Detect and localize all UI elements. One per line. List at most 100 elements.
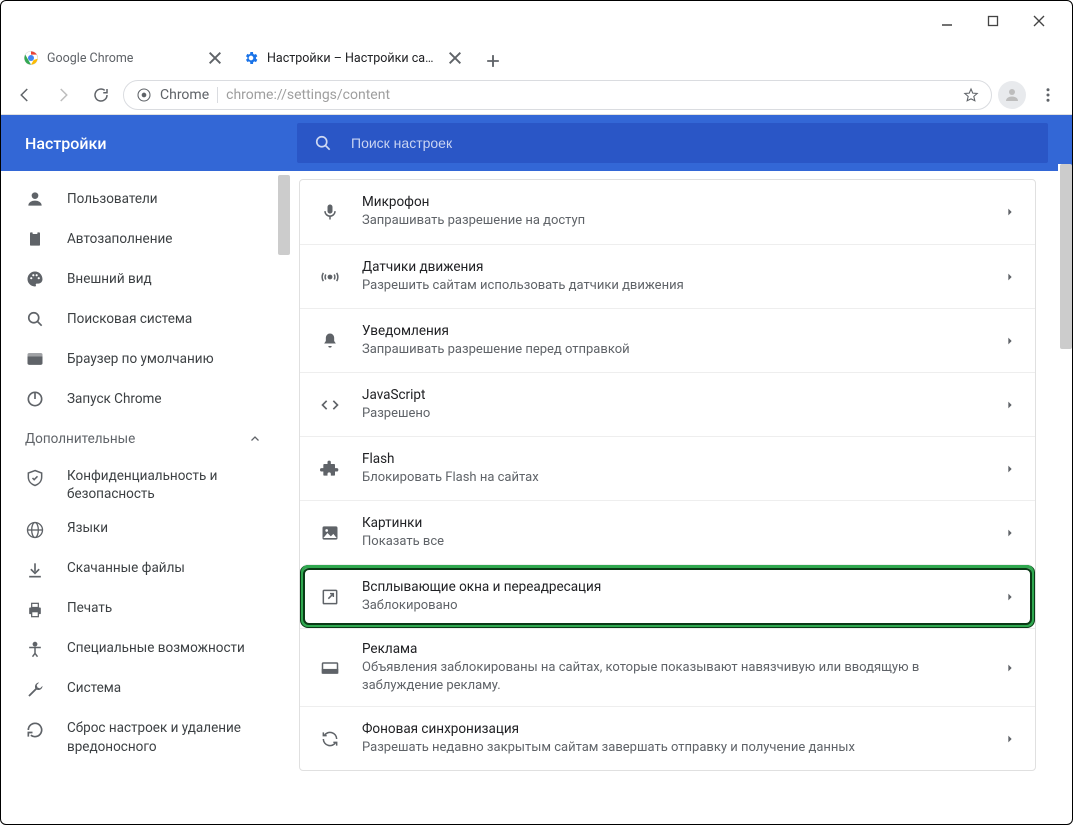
setting-text: Уведомления Запрашивать разрешение перед…	[362, 323, 983, 359]
tab-title: Google Chrome	[47, 51, 199, 66]
setting-text: Картинки Показать все	[362, 515, 983, 551]
sidebar-item-label: Запуск Chrome	[67, 391, 162, 407]
profile-avatar-button[interactable]	[998, 81, 1026, 109]
setting-text: Всплывающие окна и переадресация Заблоки…	[362, 579, 983, 615]
chevron-right-icon	[1005, 272, 1015, 282]
sidebar-item-label: Внешний вид	[67, 271, 152, 287]
settings-body: Пользователи Автозаполнение Внешний вид …	[1, 171, 1072, 824]
setting-flash[interactable]: Flash Блокировать Flash на сайтах	[300, 436, 1035, 500]
download-icon	[25, 560, 45, 580]
omnibox-scheme: Chrome	[160, 87, 209, 103]
sidebar-item-appearance[interactable]: Внешний вид	[1, 259, 291, 299]
menu-button[interactable]	[1032, 79, 1064, 111]
setting-ads[interactable]: Реклама Объявления заблокированы на сайт…	[300, 628, 1035, 706]
sidebar-item-label: Браузер по умолчанию	[67, 351, 214, 367]
page-title: Настройки	[1, 134, 297, 153]
palette-icon	[25, 269, 45, 289]
sidebar-advanced-toggle[interactable]: Дополнительные	[1, 419, 291, 459]
search-icon	[313, 133, 333, 153]
tab-google-chrome[interactable]: Google Chrome	[13, 41, 233, 75]
setting-text: Фоновая синхронизация Разрешать недавно …	[362, 721, 983, 757]
setting-notifications[interactable]: Уведомления Запрашивать разрешение перед…	[300, 308, 1035, 372]
setting-background-sync[interactable]: Фоновая синхронизация Разрешать недавно …	[300, 706, 1035, 770]
clipboard-icon	[25, 229, 45, 249]
sidebar-item-downloads[interactable]: Скачанные файлы	[1, 551, 291, 591]
setting-subtitle: Разрешено	[362, 405, 983, 423]
sidebar-item-system[interactable]: Система	[1, 671, 291, 711]
close-icon[interactable]	[447, 50, 463, 66]
address-bar[interactable]: Chrome chrome://settings/content	[123, 80, 992, 110]
chevron-right-icon	[1005, 592, 1015, 602]
content-settings-list: Микрофон Запрашивать разрешение на досту…	[291, 171, 1072, 824]
chevron-up-icon	[249, 433, 261, 445]
settings-search-input[interactable]	[349, 134, 1032, 152]
new-tab-button[interactable]	[479, 47, 507, 75]
forward-button[interactable]	[47, 79, 79, 111]
browser-icon	[25, 349, 45, 369]
sidebar-item-printing[interactable]: Печать	[1, 591, 291, 631]
setting-text: Flash Блокировать Flash на сайтах	[362, 451, 983, 487]
setting-title: Картинки	[362, 515, 983, 531]
back-button[interactable]	[9, 79, 41, 111]
window-maximize-button[interactable]	[970, 6, 1016, 36]
sidebar-item-search-engine[interactable]: Поисковая система	[1, 299, 291, 339]
sidebar-item-reset[interactable]: Сброс настроек и удаление вредоносного	[1, 711, 291, 763]
chevron-right-icon	[1005, 464, 1015, 474]
content-settings-card: Микрофон Запрашивать разрешение на досту…	[299, 179, 1036, 771]
setting-subtitle: Запрашивать разрешение перед отправкой	[362, 341, 983, 359]
sync-icon	[320, 729, 340, 749]
search-icon	[25, 309, 45, 329]
setting-microphone[interactable]: Микрофон Запрашивать разрешение на досту…	[300, 180, 1035, 244]
power-icon	[25, 389, 45, 409]
window-close-button[interactable]	[1016, 6, 1062, 36]
close-icon[interactable]	[207, 50, 223, 66]
sidebar-item-autofill[interactable]: Автозаполнение	[1, 219, 291, 259]
sidebar-item-label: Поисковая система	[67, 311, 192, 327]
sidebar-item-accessibility[interactable]: Специальные возможности	[1, 631, 291, 671]
person-icon	[25, 189, 45, 209]
restore-icon	[25, 720, 45, 740]
sidebar-item-label: Пользователи	[67, 191, 158, 207]
tab-settings[interactable]: Настройки – Настройки сайта	[233, 41, 473, 75]
browser-toolbar: Chrome chrome://settings/content	[1, 75, 1072, 115]
page-scrollbar-thumb[interactable]	[1060, 164, 1072, 349]
window-minimize-button[interactable]	[924, 6, 970, 36]
chevron-right-icon	[1005, 528, 1015, 538]
chevron-right-icon	[1005, 663, 1015, 673]
reload-button[interactable]	[85, 79, 117, 111]
setting-title: Датчики движения	[362, 259, 983, 275]
settings-search[interactable]	[297, 123, 1048, 163]
setting-title: Реклама	[362, 641, 983, 657]
sidebar-item-languages[interactable]: Языки	[1, 511, 291, 551]
setting-subtitle: Запрашивать разрешение на доступ	[362, 212, 983, 230]
browser-window: Google Chrome Настройки – Настройки сайт…	[0, 0, 1073, 825]
setting-motion-sensors[interactable]: Датчики движения Разрешить сайтам исполь…	[300, 244, 1035, 308]
shield-icon	[25, 468, 45, 488]
settings-header: Настройки	[1, 115, 1072, 171]
setting-popups-redirects[interactable]: Всплывающие окна и переадресация Заблоки…	[300, 564, 1035, 628]
sidebar-item-privacy[interactable]: Конфиденциальность и безопасность	[1, 459, 291, 511]
motion-sensor-icon	[320, 267, 340, 287]
sidebar-item-users[interactable]: Пользователи	[1, 179, 291, 219]
omnibox-url: chrome://settings/content	[226, 87, 390, 103]
sidebar-item-default-browser[interactable]: Браузер по умолчанию	[1, 339, 291, 379]
setting-title: JavaScript	[362, 387, 983, 403]
sidebar-scrollbar-thumb[interactable]	[278, 175, 290, 255]
tab-strip: Google Chrome Настройки – Настройки сайт…	[1, 39, 1072, 75]
sidebar-item-on-startup[interactable]: Запуск Chrome	[1, 379, 291, 419]
chevron-right-icon	[1005, 400, 1015, 410]
settings-page: Настройки Пользователи Автозаполнение	[1, 115, 1072, 824]
sidebar-item-label: Конфиденциальность и безопасность	[67, 467, 267, 503]
sidebar-scrollbar[interactable]	[277, 171, 291, 824]
code-icon	[320, 395, 340, 415]
settings-favicon-icon	[243, 50, 259, 66]
bookmark-star-icon[interactable]	[963, 87, 979, 103]
setting-javascript[interactable]: JavaScript Разрешено	[300, 372, 1035, 436]
settings-sidebar: Пользователи Автозаполнение Внешний вид …	[1, 171, 291, 824]
setting-text: Микрофон Запрашивать разрешение на досту…	[362, 194, 983, 230]
globe-icon	[25, 520, 45, 540]
sidebar-item-label: Автозаполнение	[67, 231, 172, 247]
sidebar-item-label: Печать	[67, 599, 112, 617]
popup-icon	[320, 587, 340, 607]
setting-images[interactable]: Картинки Показать все	[300, 500, 1035, 564]
